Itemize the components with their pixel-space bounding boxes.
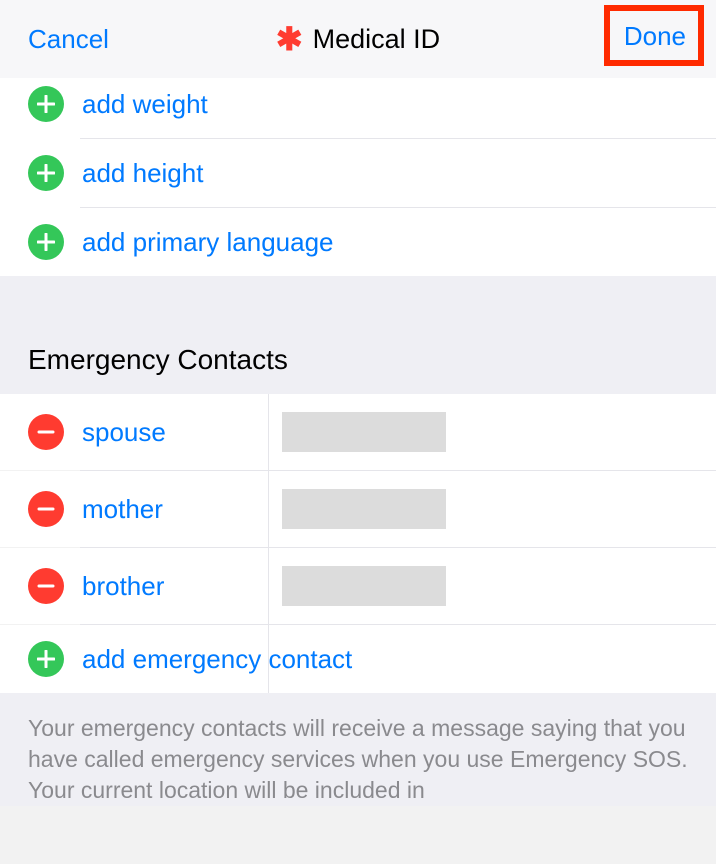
add-emergency-contact-label: add emergency contact [82,644,352,675]
column-separator [268,394,269,693]
minus-icon[interactable] [28,568,64,604]
add-height-label: add height [82,158,203,189]
add-height-row[interactable]: add height [0,139,716,207]
add-language-row[interactable]: add primary language [0,208,716,276]
emergency-contacts-header: Emergency Contacts [0,316,716,394]
footer-description: Your emergency contacts will receive a m… [0,693,716,806]
add-language-label: add primary language [82,227,334,258]
add-weight-label: add weight [82,89,208,120]
plus-icon [28,155,64,191]
emergency-contacts-section: spouse mother brother add emergency cont… [0,394,716,693]
contact-value-redacted [282,489,446,529]
done-button[interactable]: Done [624,21,686,51]
nav-bar: Cancel ✱ Medical ID Done [0,0,716,78]
section-gap [0,276,716,316]
contact-row-brother[interactable]: brother [0,548,716,624]
minus-icon[interactable] [28,491,64,527]
add-fields-section: add weight add height add primary langua… [0,78,716,276]
cancel-button[interactable]: Cancel [28,24,109,55]
add-emergency-contact-row[interactable]: add emergency contact [0,625,716,693]
done-highlight-box: Done [604,5,704,66]
plus-icon [28,224,64,260]
plus-icon [28,86,64,122]
contact-label: mother [82,494,252,525]
contact-label: spouse [82,417,252,448]
contact-value-redacted [282,566,446,606]
minus-icon[interactable] [28,414,64,450]
contact-row-mother[interactable]: mother [0,471,716,547]
nav-title: ✱ Medical ID [276,23,440,55]
contact-value-redacted [282,412,446,452]
plus-icon [28,641,64,677]
page-title: Medical ID [313,24,441,55]
contact-label: brother [82,571,252,602]
add-weight-row[interactable]: add weight [0,78,716,138]
medical-asterisk-icon: ✱ [276,23,303,55]
contact-row-spouse[interactable]: spouse [0,394,716,470]
